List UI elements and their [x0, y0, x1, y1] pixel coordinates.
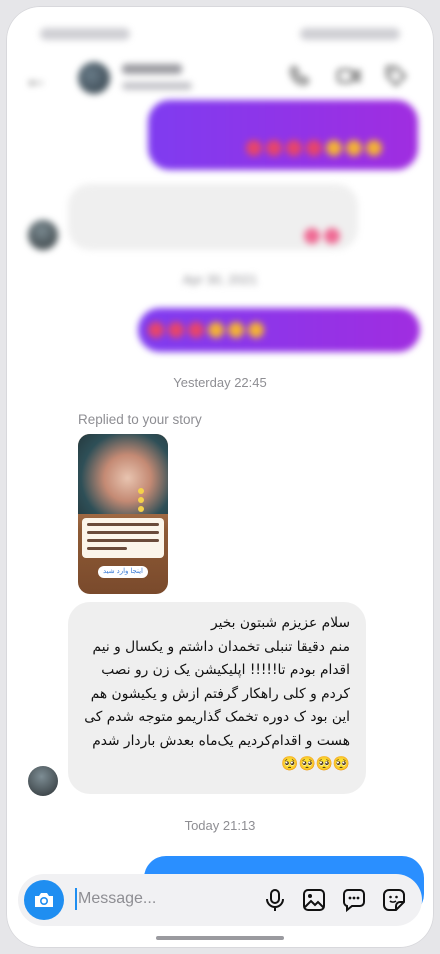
- avatar[interactable]: [78, 62, 110, 94]
- video-icon[interactable]: [336, 64, 360, 88]
- outgoing-message[interactable]: [138, 308, 420, 352]
- message-composer: Message...: [18, 874, 422, 926]
- camera-icon: [35, 893, 53, 907]
- sender-avatar[interactable]: [28, 220, 58, 250]
- chat-header: ←: [6, 54, 434, 104]
- message-input[interactable]: Message...: [78, 890, 156, 908]
- sticker-icon[interactable]: [381, 887, 407, 913]
- timestamp-yesterday: Yesterday 22:45: [173, 375, 267, 390]
- contact-name[interactable]: [122, 64, 182, 74]
- gallery-icon[interactable]: [301, 887, 327, 913]
- story-text-card: [82, 518, 164, 558]
- mic-icon[interactable]: [262, 887, 288, 913]
- incoming-message[interactable]: [68, 184, 358, 250]
- incoming-message[interactable]: سلام عزیزم شبتون بخیر منم دقیقا تنبلی تخ…: [68, 602, 366, 794]
- timestamp-today: Today 21:13: [184, 818, 256, 833]
- chat-bubble-icon[interactable]: [341, 887, 367, 913]
- camera-button[interactable]: [24, 880, 64, 920]
- back-arrow-icon[interactable]: ←: [24, 66, 48, 94]
- story-photo: [78, 434, 168, 514]
- story-thumbnail[interactable]: اینجا وارد شید: [78, 434, 168, 594]
- timestamp: Apr 30, 2021: [182, 272, 258, 287]
- sender-avatar[interactable]: [28, 766, 58, 796]
- story-decoration: [138, 488, 144, 515]
- text-caret: [75, 888, 77, 910]
- home-indicator: [156, 936, 284, 940]
- phone-icon[interactable]: [288, 64, 312, 88]
- status-bar: [6, 20, 434, 50]
- phone-frame: ← Apr 30, 2021 Yesterday 22:45 Replied t…: [6, 6, 434, 948]
- contact-status: [122, 82, 192, 90]
- outgoing-message[interactable]: [148, 100, 418, 170]
- message-text: سلام عزیزم شبتون بخیر منم دقیقا تنبلی تخ…: [84, 615, 350, 772]
- story-link-button[interactable]: اینجا وارد شید: [98, 566, 148, 578]
- tag-icon[interactable]: [384, 64, 408, 88]
- replied-to-story-label: Replied to your story: [78, 412, 202, 427]
